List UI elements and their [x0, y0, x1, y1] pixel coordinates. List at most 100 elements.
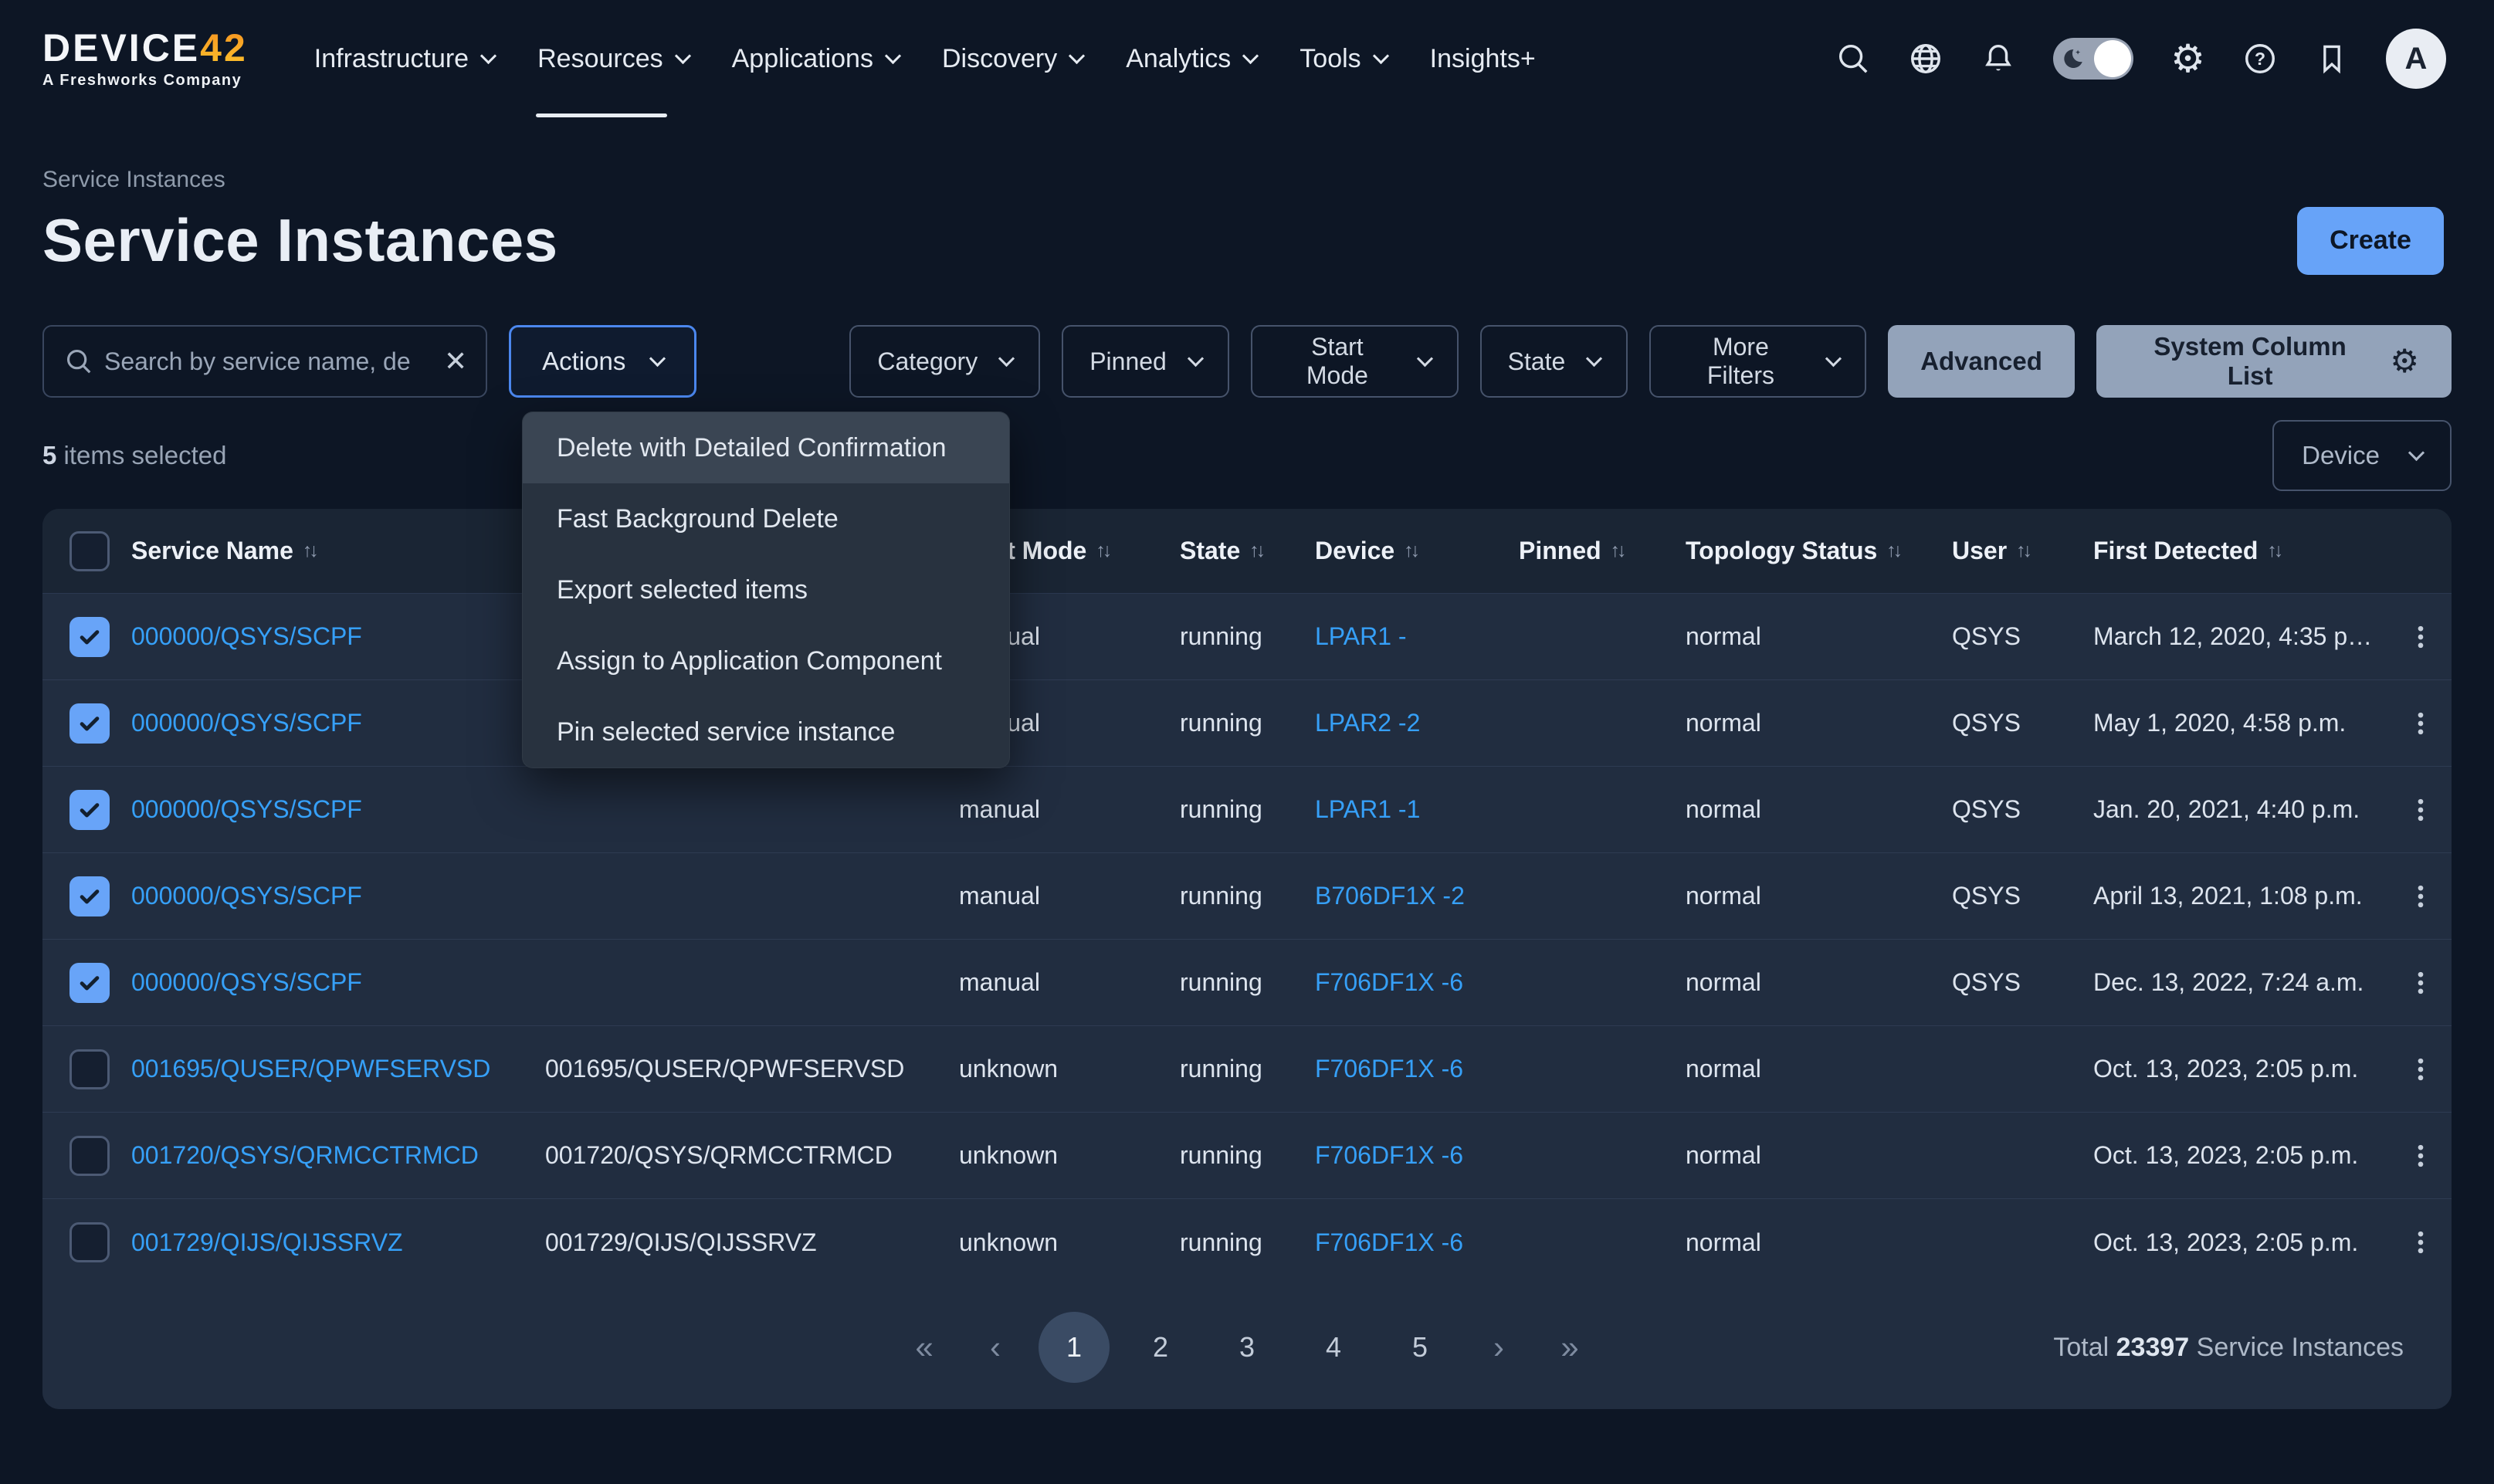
column-header-state[interactable]: State↑↓ [1180, 537, 1315, 565]
cell-name[interactable]: 001695/QUSER/QPWFSERVSD [131, 1055, 545, 1083]
row-actions-button[interactable] [2390, 1140, 2452, 1171]
filter-category[interactable]: Category [849, 325, 1040, 398]
column-header-topology-status[interactable]: Topology Status↑↓ [1686, 537, 1952, 565]
cell-name[interactable]: 000000/QSYS/SCPF [131, 882, 545, 910]
cell-name[interactable]: 001729/QIJS/QIJSSRVZ [131, 1228, 545, 1257]
group-by-dropdown[interactable]: Device [2272, 420, 2452, 491]
sort-icon[interactable]: ↑↓ [1404, 540, 1417, 562]
row-actions-button[interactable] [2390, 967, 2452, 998]
menu-item-assign-to-application-component[interactable]: Assign to Application Component [523, 625, 1009, 696]
selection-row: 5 items selected Device [42, 419, 2452, 492]
row-checkbox[interactable] [69, 876, 110, 916]
actions-button[interactable]: Actions [509, 325, 696, 398]
row-checkbox[interactable] [69, 1049, 110, 1089]
row-actions-button[interactable] [2390, 708, 2452, 739]
nav-item-resources[interactable]: Resources [516, 0, 710, 117]
cell-state: running [1180, 1228, 1315, 1257]
filter-start-mode[interactable]: Start Mode [1251, 325, 1459, 398]
row-actions-button[interactable] [2390, 622, 2452, 652]
row-checkbox[interactable] [69, 963, 110, 1003]
cell-first-detected: Dec. 13, 2022, 7:24 a.m. [2093, 968, 2390, 997]
logo[interactable]: DEVICE42 A Freshworks Company [42, 29, 248, 90]
row-checkbox[interactable] [69, 617, 110, 657]
row-checkbox[interactable] [69, 1222, 110, 1262]
sort-icon[interactable]: ↑↓ [2016, 540, 2029, 562]
nav-item-analytics[interactable]: Analytics [1104, 0, 1278, 117]
cell-name[interactable]: 000000/QSYS/SCPF [131, 622, 545, 651]
sort-icon[interactable]: ↑↓ [1611, 540, 1624, 562]
breadcrumb[interactable]: Service Instances [42, 167, 225, 193]
cell-device[interactable]: LPAR1 -1 [1315, 795, 1519, 824]
pagination-page-2[interactable]: 2 [1125, 1312, 1196, 1383]
chevron-down-icon [480, 47, 496, 63]
advanced-button[interactable]: Advanced [1888, 325, 2075, 398]
help-button[interactable]: ? [2242, 41, 2278, 76]
avatar[interactable]: A [2386, 29, 2446, 89]
bookmark-button[interactable] [2315, 42, 2349, 76]
cell-device[interactable]: F706DF1X -6 [1315, 1055, 1519, 1083]
select-all-checkbox[interactable] [69, 531, 110, 571]
cell-name[interactable]: 000000/QSYS/SCPF [131, 709, 545, 737]
cell-name[interactable]: 000000/QSYS/SCPF [131, 795, 545, 824]
nav-item-insights[interactable]: Insights+ [1408, 0, 1557, 117]
cell-topology: normal [1686, 882, 1952, 910]
pagination-page-3[interactable]: 3 [1211, 1312, 1283, 1383]
sort-icon[interactable]: ↑↓ [2267, 540, 2280, 562]
nav-item-discovery[interactable]: Discovery [920, 0, 1104, 117]
cell-device[interactable]: F706DF1X -6 [1315, 1228, 1519, 1257]
pagination-prev-button[interactable]: ‹ [967, 1329, 1023, 1366]
create-button[interactable]: Create [2297, 207, 2444, 275]
column-header-service-name[interactable]: Service Name↑↓ [131, 537, 545, 565]
globe-button[interactable] [1908, 41, 1943, 76]
menu-item-delete-with-detailed-confirmation[interactable]: Delete with Detailed Confirmation [523, 412, 1009, 483]
clear-search-button[interactable]: ✕ [444, 347, 467, 375]
filter-state[interactable]: State [1480, 325, 1628, 398]
nav-item-applications[interactable]: Applications [710, 0, 920, 117]
pagination-first-button[interactable]: « [896, 1329, 952, 1366]
dark-mode-toggle[interactable] [2053, 38, 2133, 80]
row-cell-checkbox [69, 1049, 131, 1089]
cell-device[interactable]: LPAR2 -2 [1315, 709, 1519, 737]
sort-icon[interactable]: ↑↓ [1096, 540, 1109, 562]
sort-icon[interactable]: ↑↓ [303, 540, 316, 562]
cell-device[interactable]: LPAR1 - [1315, 622, 1519, 651]
filter-pinned[interactable]: Pinned [1062, 325, 1229, 398]
system-column-list-button[interactable]: System Column List ⚙ [2096, 325, 2452, 398]
menu-item-pin-selected-service-instance[interactable]: Pin selected service instance [523, 696, 1009, 767]
cell-device[interactable]: B706DF1X -2 [1315, 882, 1519, 910]
cell-start-mode: unknown [959, 1228, 1180, 1257]
cell-first-detected: April 13, 2021, 1:08 p.m. [2093, 882, 2390, 910]
sort-icon[interactable]: ↑↓ [1886, 540, 1899, 562]
column-header-first-detected[interactable]: First Detected↑↓ [2093, 537, 2390, 565]
cell-device[interactable]: F706DF1X -6 [1315, 1141, 1519, 1170]
notifications-button[interactable] [1981, 41, 2016, 76]
cell-state: running [1180, 968, 1315, 997]
sort-icon[interactable]: ↑↓ [1249, 540, 1262, 562]
row-actions-button[interactable] [2390, 795, 2452, 825]
menu-item-fast-background-delete[interactable]: Fast Background Delete [523, 483, 1009, 554]
row-actions-button[interactable] [2390, 881, 2452, 912]
search-button[interactable] [1835, 41, 1871, 76]
filter-more-filters[interactable]: More Filters [1649, 325, 1866, 398]
nav-item-tools[interactable]: Tools [1278, 0, 1408, 117]
cell-name[interactable]: 001720/QSYS/QRMCCTRMCD [131, 1141, 545, 1170]
row-checkbox[interactable] [69, 790, 110, 830]
search-input[interactable] [104, 347, 433, 376]
pagination-next-button[interactable]: › [1471, 1329, 1527, 1366]
column-header-device[interactable]: Device↑↓ [1315, 537, 1519, 565]
settings-button[interactable]: ⚙ [2170, 39, 2205, 78]
menu-item-export-selected-items[interactable]: Export selected items [523, 554, 1009, 625]
column-header-pinned[interactable]: Pinned↑↓ [1519, 537, 1686, 565]
row-checkbox[interactable] [69, 1136, 110, 1176]
cell-device[interactable]: F706DF1X -6 [1315, 968, 1519, 997]
row-actions-button[interactable] [2390, 1054, 2452, 1085]
row-actions-button[interactable] [2390, 1227, 2452, 1258]
row-checkbox[interactable] [69, 703, 110, 744]
pagination-page-1[interactable]: 1 [1039, 1312, 1110, 1383]
column-header-user[interactable]: User↑↓ [1952, 537, 2093, 565]
pagination-page-4[interactable]: 4 [1298, 1312, 1369, 1383]
pagination-page-5[interactable]: 5 [1384, 1312, 1455, 1383]
nav-item-infrastructure[interactable]: Infrastructure [293, 0, 516, 117]
pagination-last-button[interactable]: » [1542, 1329, 1598, 1366]
cell-name[interactable]: 000000/QSYS/SCPF [131, 968, 545, 997]
